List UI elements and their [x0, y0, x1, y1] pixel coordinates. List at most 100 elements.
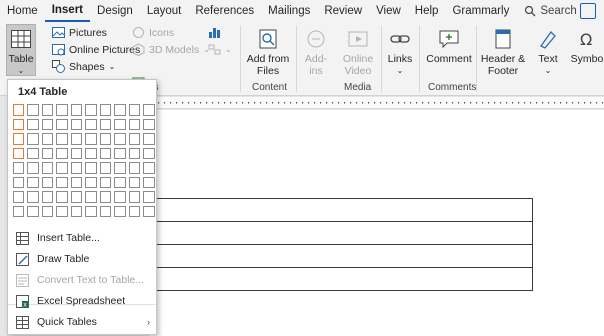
share-icon[interactable] — [580, 3, 596, 19]
grid-cell[interactable] — [56, 162, 68, 174]
tab-view[interactable]: View — [369, 0, 408, 22]
grid-cell[interactable] — [114, 118, 126, 130]
tab-references[interactable]: References — [188, 0, 261, 22]
grid-cell[interactable] — [85, 147, 97, 159]
grid-cell[interactable] — [56, 118, 68, 130]
grid-cell[interactable] — [114, 176, 126, 188]
grid-cell[interactable] — [143, 191, 155, 203]
table-size-grid[interactable] — [11, 103, 157, 219]
grid-cell[interactable] — [41, 104, 53, 116]
grid-cell[interactable] — [41, 191, 53, 203]
chart-button[interactable] — [208, 26, 221, 39]
search-box[interactable]: Search — [524, 5, 577, 17]
grid-cell[interactable] — [128, 133, 140, 145]
grid-cell[interactable] — [56, 191, 68, 203]
grid-cell[interactable] — [70, 162, 82, 174]
grid-cell[interactable] — [70, 133, 82, 145]
comment-button[interactable]: Comment — [424, 24, 474, 65]
grid-cell[interactable] — [41, 176, 53, 188]
grid-cell[interactable] — [27, 176, 39, 188]
grid-cell[interactable] — [99, 176, 111, 188]
table-cell[interactable] — [154, 244, 533, 268]
grid-cell[interactable] — [41, 133, 53, 145]
grid-cell[interactable] — [12, 205, 24, 217]
grid-cell[interactable] — [70, 205, 82, 217]
pictures-button[interactable]: Pictures — [52, 26, 107, 39]
grid-cell[interactable] — [27, 118, 39, 130]
grid-cell[interactable] — [12, 191, 24, 203]
smartart-button[interactable]: ⌄ — [208, 43, 232, 56]
grid-cell[interactable] — [143, 176, 155, 188]
grid-cell[interactable] — [99, 162, 111, 174]
grid-cell[interactable] — [56, 147, 68, 159]
grid-cell[interactable] — [99, 133, 111, 145]
shapes-button[interactable]: Shapes ⌄ — [52, 60, 115, 73]
text-button[interactable]: Text ⌄ — [532, 24, 564, 77]
grid-cell[interactable] — [114, 205, 126, 217]
grid-cell[interactable] — [114, 147, 126, 159]
convert-text-menu-item[interactable]: Convert Text to Table... — [16, 270, 154, 290]
grid-cell[interactable] — [128, 162, 140, 174]
grid-cell[interactable] — [70, 147, 82, 159]
grid-cell[interactable] — [56, 176, 68, 188]
grid-cell[interactable] — [41, 205, 53, 217]
tab-help[interactable]: Help — [408, 0, 446, 22]
tab-design[interactable]: Design — [90, 0, 140, 22]
grid-cell[interactable] — [12, 118, 24, 130]
grid-cell[interactable] — [27, 191, 39, 203]
grid-cell[interactable] — [70, 191, 82, 203]
tab-home[interactable]: Home — [0, 0, 45, 22]
3d-models-button[interactable]: 3D Models ⌄ — [132, 43, 210, 56]
grid-cell[interactable] — [12, 133, 24, 145]
tab-insert[interactable]: Insert — [44, 0, 91, 22]
tab-grammarly[interactable]: Grammarly — [445, 0, 516, 22]
draw-table-menu-item[interactable]: Draw Table — [16, 249, 154, 269]
grid-cell[interactable] — [143, 104, 155, 116]
grid-cell[interactable] — [143, 205, 155, 217]
grid-cell[interactable] — [143, 118, 155, 130]
grid-cell[interactable] — [99, 147, 111, 159]
grid-cell[interactable] — [27, 147, 39, 159]
grid-cell[interactable] — [143, 133, 155, 145]
grid-cell[interactable] — [85, 133, 97, 145]
table-cell[interactable] — [154, 221, 533, 245]
grid-cell[interactable] — [99, 205, 111, 217]
grid-cell[interactable] — [128, 147, 140, 159]
grid-cell[interactable] — [143, 162, 155, 174]
excel-spreadsheet-menu-item[interactable]: x Excel Spreadsheet — [16, 291, 154, 311]
grid-cell[interactable] — [41, 162, 53, 174]
grid-cell[interactable] — [27, 133, 39, 145]
table-cell[interactable] — [154, 267, 533, 291]
grid-cell[interactable] — [41, 118, 53, 130]
grid-cell[interactable] — [99, 104, 111, 116]
grid-cell[interactable] — [128, 104, 140, 116]
grid-cell[interactable] — [143, 147, 155, 159]
grid-cell[interactable] — [12, 147, 24, 159]
icons-button[interactable]: Icons — [132, 26, 174, 39]
online-video-button[interactable]: Online Video — [339, 24, 377, 77]
tab-review[interactable]: Review — [317, 0, 369, 22]
grid-cell[interactable] — [12, 104, 24, 116]
document-table[interactable] — [154, 198, 533, 291]
grid-cell[interactable] — [56, 205, 68, 217]
add-from-files-button[interactable]: Add from Files — [244, 24, 292, 77]
grid-cell[interactable] — [27, 162, 39, 174]
grid-cell[interactable] — [27, 205, 39, 217]
grid-cell[interactable] — [128, 118, 140, 130]
grid-cell[interactable] — [99, 118, 111, 130]
grid-cell[interactable] — [114, 191, 126, 203]
grid-cell[interactable] — [56, 133, 68, 145]
grid-cell[interactable] — [85, 162, 97, 174]
grid-cell[interactable] — [128, 191, 140, 203]
grid-cell[interactable] — [114, 133, 126, 145]
grid-cell[interactable] — [70, 176, 82, 188]
grid-cell[interactable] — [128, 176, 140, 188]
tab-layout[interactable]: Layout — [140, 0, 189, 22]
grid-cell[interactable] — [12, 176, 24, 188]
grid-cell[interactable] — [85, 104, 97, 116]
grid-cell[interactable] — [70, 104, 82, 116]
online-pictures-button[interactable]: Online Pictures — [52, 43, 140, 56]
table-cell[interactable] — [154, 198, 533, 222]
grid-cell[interactable] — [27, 104, 39, 116]
links-button[interactable]: Links ⌄ — [384, 24, 416, 77]
